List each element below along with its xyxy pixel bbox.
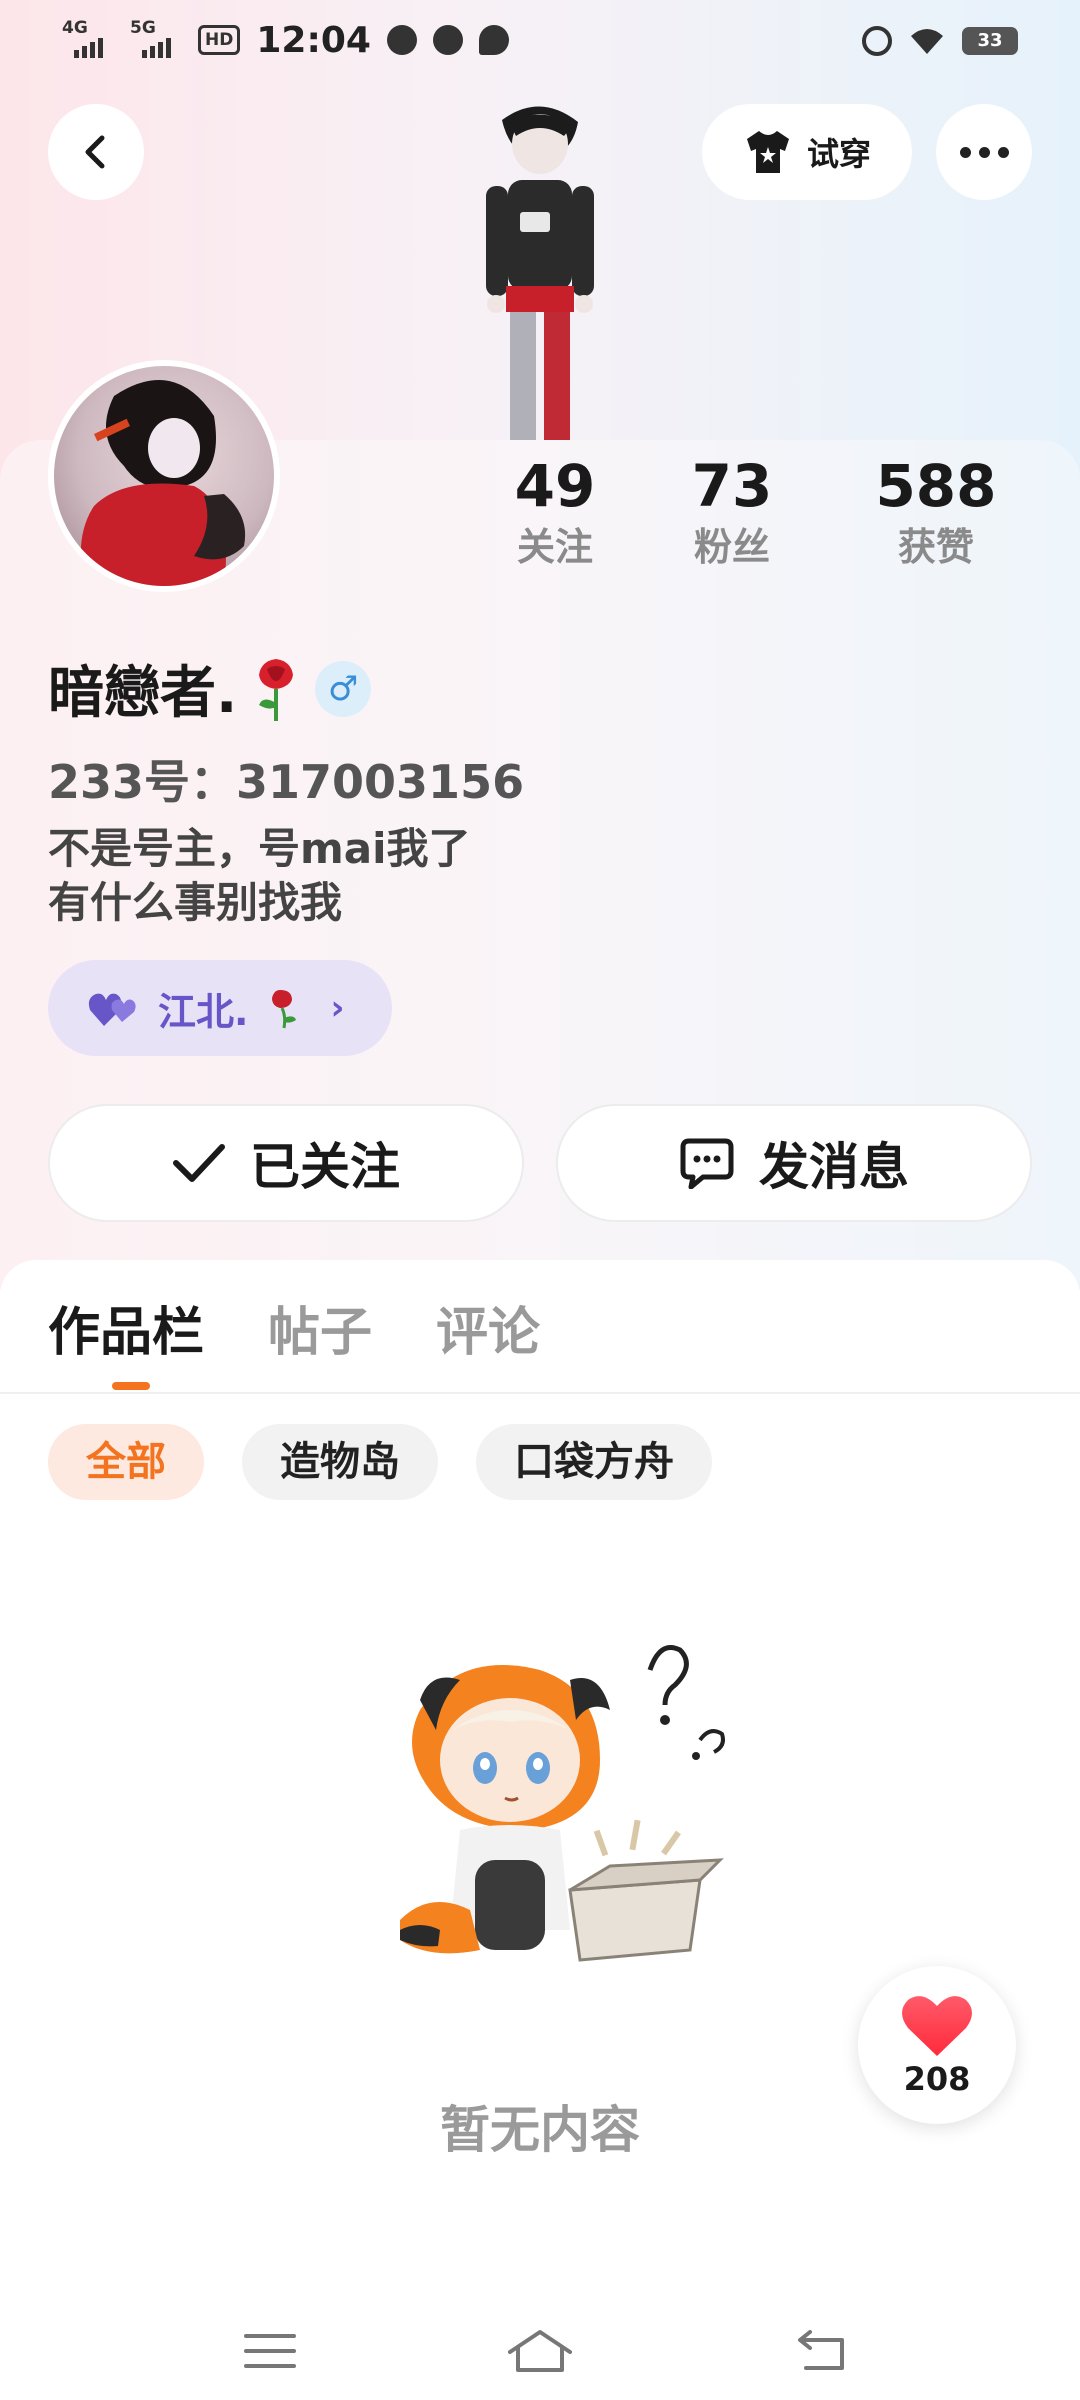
followed-label: 已关注 — [250, 1138, 400, 1196]
gender-male-icon: ♂ — [315, 660, 372, 717]
avatar-character-figure — [440, 100, 640, 440]
tab-comments[interactable]: 评论 — [436, 1290, 540, 1365]
back-nav-icon[interactable] — [792, 2326, 852, 2376]
stat-followers[interactable]: 73 粉丝 — [630, 450, 834, 572]
empty-state-illustration — [400, 1645, 725, 1962]
stat-following[interactable]: 49 关注 — [480, 450, 630, 572]
double-heart-icon — [88, 993, 136, 1026]
heart-icon — [902, 1996, 972, 2056]
stat-likes-label: 获赞 — [897, 525, 974, 569]
tshirt-icon — [746, 131, 789, 173]
bio-line: 有什么事别找我 — [48, 878, 343, 927]
tab-divider — [0, 1392, 1080, 1394]
like-button[interactable]: 208 — [858, 1966, 1016, 2124]
chat-bubble-icon — [680, 1138, 734, 1189]
signal-4g-icon: 4G — [62, 18, 120, 62]
app-notification-icon — [386, 25, 417, 55]
active-tab-indicator — [112, 1382, 150, 1390]
message-notification-icon — [478, 25, 509, 55]
user-id[interactable]: 233号：317003156 — [48, 746, 524, 812]
system-navigation-bar — [0, 2300, 1080, 2400]
send-message-label: 发消息 — [759, 1138, 909, 1196]
dot-icon — [959, 146, 971, 158]
try-on-button[interactable]: 试穿 — [702, 104, 912, 200]
filter-chips: 全部 造物岛 口袋方舟 — [48, 1424, 712, 1500]
more-options-button[interactable] — [936, 104, 1032, 200]
send-message-button[interactable]: 发消息 — [556, 1104, 1032, 1222]
stat-followers-label: 粉丝 — [693, 525, 770, 569]
filter-all[interactable]: 全部 — [48, 1424, 204, 1500]
chevron-left-icon — [85, 135, 105, 169]
stat-likes-value: 588 — [875, 452, 997, 520]
status-bar: 4G 5G HD 12:04 33 — [0, 0, 1080, 90]
checkmark-icon — [173, 1144, 225, 1182]
relationship-tag-label: 江北. — [158, 989, 249, 1034]
tab-works[interactable]: 作品栏 — [48, 1290, 204, 1365]
username: 暗戀者. — [48, 661, 238, 726]
tab-posts[interactable]: 帖子 — [268, 1290, 372, 1365]
filter-creation-island[interactable]: 造物岛 — [242, 1424, 438, 1500]
filter-pocket-ark[interactable]: 口袋方舟 — [476, 1424, 712, 1500]
like-count: 208 — [903, 2060, 971, 2098]
dot-icon — [997, 146, 1009, 158]
home-icon[interactable] — [504, 2326, 576, 2376]
relationship-tag-chip[interactable]: 江北. › — [48, 960, 392, 1056]
username-row: 暗戀者. ♂ — [48, 648, 372, 729]
try-on-label: 试穿 — [806, 135, 871, 173]
avatar[interactable] — [48, 360, 280, 592]
content-tabs: 作品栏 帖子 评论 — [48, 1290, 540, 1365]
chevron-right-icon: › — [330, 988, 345, 1028]
followed-button[interactable]: 已关注 — [48, 1104, 524, 1222]
status-right: 33 — [862, 26, 1018, 56]
clock: 12:04 — [256, 19, 371, 61]
stat-following-label: 关注 — [516, 525, 593, 569]
menu-icon[interactable] — [240, 2326, 300, 2376]
status-left: 4G 5G HD 12:04 — [62, 18, 509, 62]
alarm-icon — [862, 26, 892, 56]
back-button[interactable] — [48, 104, 144, 200]
rose-icon — [259, 658, 294, 721]
dot-icon — [978, 146, 990, 158]
bio-line: 不是号主，号mai我了 — [48, 824, 471, 873]
qq-notification-icon — [432, 25, 463, 55]
stat-likes[interactable]: 588 获赞 — [834, 450, 1038, 572]
stat-following-value: 49 — [514, 452, 596, 520]
wilted-rose-icon — [272, 990, 297, 1029]
wifi-icon — [911, 29, 943, 54]
battery-icon: 33 — [962, 27, 1018, 55]
hd-voice-icon: HD — [198, 25, 241, 55]
bio: 不是号主，号mai我了 有什么事别找我 — [48, 822, 471, 930]
stat-followers-value: 73 — [691, 452, 773, 520]
signal-5g-icon: 5G — [130, 18, 188, 62]
profile-stats: 49 关注 73 粉丝 588 获赞 — [480, 450, 1060, 572]
